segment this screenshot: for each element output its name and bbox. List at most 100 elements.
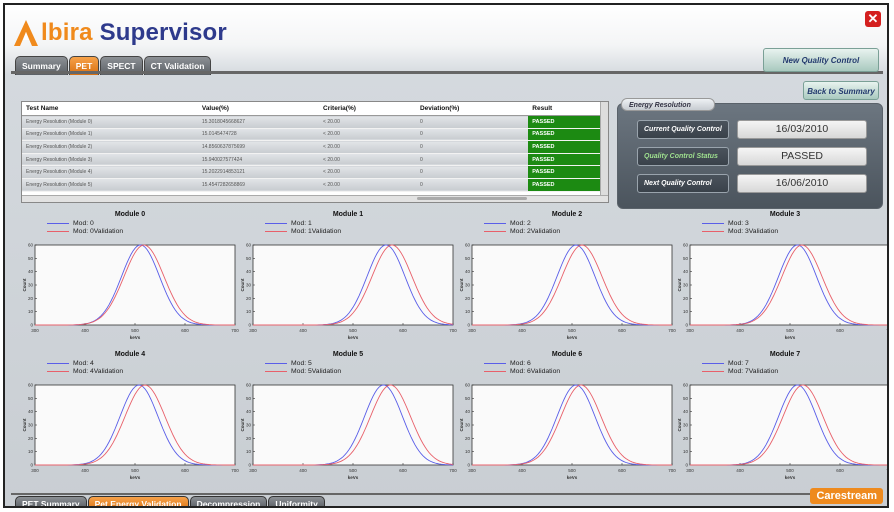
- energy-resolution-tab[interactable]: Energy Resolution: [621, 98, 715, 111]
- y-tick-label: 40: [465, 269, 471, 274]
- y-tick-label: 30: [683, 283, 689, 288]
- y-tick-label: 60: [683, 243, 689, 248]
- next-qc-value: 16/06/2010: [737, 174, 867, 193]
- x-tick-label: 400: [518, 328, 526, 333]
- close-button[interactable]: ✕: [865, 11, 881, 27]
- legend-label: Mod: 7: [728, 360, 749, 367]
- y-tick-label: 60: [465, 383, 471, 388]
- cell: Energy Resolution (Module 5): [22, 178, 198, 192]
- legend-entry: Mod: 2: [484, 220, 531, 227]
- x-tick-label: 300: [686, 468, 694, 473]
- current-qc-value: 16/03/2010: [737, 120, 867, 139]
- table-row[interactable]: Energy Resolution (Module 5) 15.454728265…: [22, 178, 600, 192]
- module-chart-4: Module 4 Mod: 4 Mod: 4Validation 300 400 500 6…: [21, 351, 239, 485]
- brand-name: lbira: [41, 19, 93, 46]
- x-tick-label: 700: [449, 328, 457, 333]
- x-tick-label: 300: [31, 468, 39, 473]
- x-tick-label: 400: [81, 328, 89, 333]
- tab-pet-energy-validation[interactable]: Pet Energy Validation: [87, 496, 189, 506]
- tab-pet-summary[interactable]: PET Summary: [15, 496, 87, 506]
- y-axis-label: Count: [459, 418, 464, 431]
- y-tick-label: 50: [683, 256, 689, 261]
- chart-title: Module 2: [551, 211, 583, 218]
- col-value[interactable]: Value(%): [197, 102, 320, 116]
- cell: 0: [415, 115, 529, 129]
- chart-plot: 300 400 500 600 700 0 10 20 30 40 50 60 keVs Count: [22, 383, 239, 480]
- y-tick-label: 0: [685, 463, 688, 468]
- y-tick-label: 10: [246, 449, 252, 454]
- cell: < 20.00: [319, 178, 416, 192]
- table-row[interactable]: Energy Resolution (Module 3) 15.940027577…: [22, 153, 600, 167]
- cell: 0: [415, 178, 529, 192]
- qc-status-row: Quality Control Status PASSED: [637, 147, 867, 166]
- legend-label: Mod: 6Validation: [510, 368, 561, 375]
- y-tick-label: 60: [465, 243, 471, 248]
- legend-label: Mod: 3: [728, 220, 749, 227]
- x-tick-label: 600: [836, 328, 844, 333]
- x-tick-label: 300: [249, 328, 257, 333]
- chart-plot: 300 400 500 600 700 0 10 20 30 40 50 60 keVs Count: [677, 243, 887, 340]
- table-row[interactable]: Energy Resolution (Module 2) 14.856063787…: [22, 140, 600, 154]
- y-tick-label: 30: [28, 423, 34, 428]
- legend-label: Mod: 4: [73, 360, 94, 367]
- x-tick-label: 700: [231, 468, 239, 473]
- chart-title: Module 4: [114, 351, 146, 358]
- legend-swatch: [265, 362, 287, 364]
- module-chart-2: Module 2 Mod: 2 Mod: 2Validation 300 400 500 6…: [458, 211, 676, 345]
- cell: < 20.00: [319, 128, 416, 142]
- col-result[interactable]: Result: [528, 102, 600, 116]
- x-tick-label: 600: [618, 468, 626, 473]
- table-horizontal-scrollbar[interactable]: [22, 195, 608, 202]
- table-row[interactable]: Energy Resolution (Module 1) 15.014547472…: [22, 128, 600, 142]
- module-chart-3: Module 3 Mod: 3 Mod: 3Validation 300 400 500 6…: [676, 211, 887, 345]
- result-cell: PASSED: [528, 115, 600, 129]
- cell: 0: [415, 165, 529, 179]
- col-test-name[interactable]: Test Name: [22, 102, 198, 116]
- cell: Energy Resolution (Module 3): [22, 153, 198, 167]
- y-tick-label: 40: [683, 409, 689, 414]
- plot-area: [34, 384, 236, 466]
- legend-swatch: [484, 222, 506, 224]
- legend-entry: Mod: 7: [702, 360, 749, 367]
- legend-swatch: [47, 362, 69, 364]
- cell: 0: [415, 153, 529, 167]
- scrollbar-thumb[interactable]: [417, 197, 527, 200]
- y-tick-label: 40: [28, 269, 34, 274]
- chart-title: Module 1: [332, 211, 364, 218]
- y-tick-label: 10: [465, 309, 471, 314]
- legend-label: Mod: 1Validation: [291, 228, 342, 235]
- y-tick-label: 0: [248, 463, 251, 468]
- y-tick-label: 60: [683, 383, 689, 388]
- tab-uniformity[interactable]: Uniformity: [268, 496, 325, 506]
- module-chart-7: Module 7 Mod: 7 Mod: 7Validation 300 400 500 6…: [676, 351, 889, 485]
- y-tick-label: 40: [246, 269, 252, 274]
- y-tick-label: 50: [28, 256, 34, 261]
- legend-entry: Mod: 1Validation: [265, 228, 341, 235]
- tab-decompression[interactable]: Decompression: [189, 496, 268, 506]
- legend-entry: Mod: 6Validation: [484, 368, 560, 375]
- legend-swatch: [47, 230, 69, 232]
- x-tick-label: 300: [686, 328, 694, 333]
- col-criteria[interactable]: Criteria(%): [319, 102, 416, 116]
- y-tick-label: 60: [246, 243, 252, 248]
- legend-entry: Mod: 4: [47, 360, 94, 367]
- table-row[interactable]: Energy Resolution (Module 0) 15.301804566…: [22, 115, 600, 129]
- app-logo: lbira Supervisor: [13, 15, 227, 51]
- legend-label: Mod: 5: [291, 360, 312, 367]
- module-chart-6: Module 6 Mod: 6 Mod: 6Validation 300 400 500 6…: [458, 351, 676, 485]
- x-tick-label: 300: [249, 468, 257, 473]
- table-row[interactable]: Energy Resolution (Module 4) 15.202291485…: [22, 165, 600, 179]
- table-vertical-scrollbar[interactable]: [600, 102, 608, 202]
- col-deviation[interactable]: Deviation(%): [415, 102, 529, 116]
- legend-swatch: [702, 370, 724, 372]
- y-tick-label: 60: [28, 243, 34, 248]
- cell: Energy Resolution (Module 2): [22, 140, 198, 154]
- legend-swatch: [702, 222, 724, 224]
- legend-entry: Mod: 4Validation: [47, 368, 123, 375]
- x-tick-label: 700: [886, 468, 889, 473]
- back-to-summary-button[interactable]: Back to Summary: [803, 81, 879, 100]
- next-qc-label: Next Quality Control: [637, 174, 729, 193]
- plot-area: [34, 244, 236, 326]
- new-quality-control-button[interactable]: New Quality Control: [763, 48, 879, 72]
- x-axis-label: keVs: [130, 475, 141, 480]
